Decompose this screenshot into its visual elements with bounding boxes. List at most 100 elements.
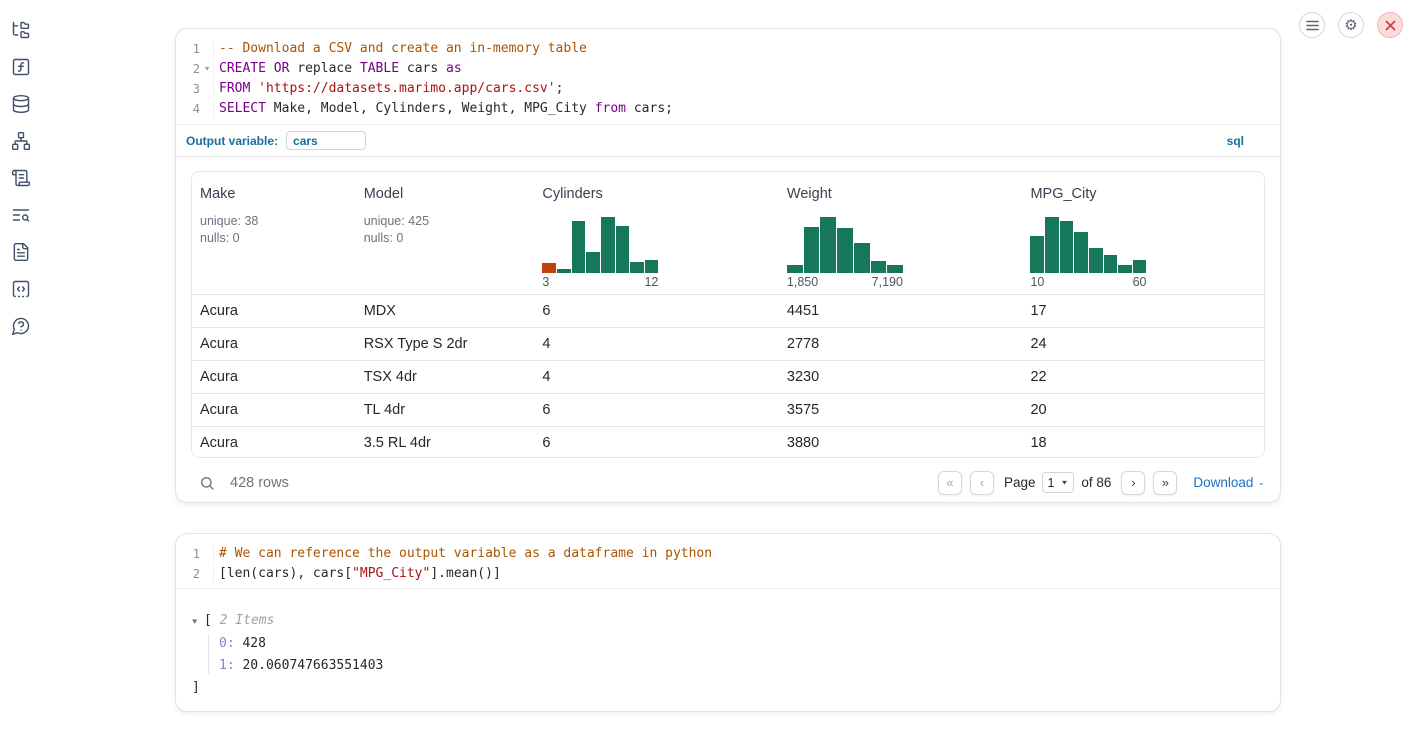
help-icon[interactable]	[11, 316, 31, 336]
column-header-make[interactable]: Makeunique: 38nulls: 0	[192, 172, 356, 294]
code-line[interactable]: 1-- Download a CSV and create an in-memo…	[176, 39, 1280, 59]
table-cell: 4451	[779, 303, 1023, 319]
column-header-cylinders[interactable]: Cylinders 3 12	[534, 172, 779, 294]
histogram-bar	[586, 252, 600, 273]
column-title: Cylinders	[542, 186, 779, 202]
column-header-model[interactable]: Model unique: 425nulls: 0	[356, 172, 535, 294]
histogram-bar	[1030, 236, 1044, 273]
table-row[interactable]: AcuraTSX 4dr4323022	[192, 360, 1264, 393]
tree-output: ▼[ 2 Items 0: 4281: 20.060747663551403 ]	[192, 610, 383, 699]
column-title: Model	[364, 186, 535, 202]
histogram-max-label: 12	[644, 275, 658, 289]
next-page-button[interactable]: ›	[1121, 471, 1145, 495]
snippets-icon[interactable]	[11, 279, 31, 299]
menu-button[interactable]	[1299, 12, 1325, 38]
code-line[interactable]: 2[len(cars), cars["MPG_City"].mean()]	[176, 564, 1280, 584]
code-text: SELECT Make, Model, Cylinders, Weight, M…	[214, 99, 673, 119]
tree-root-row: ▼[ 2 Items	[192, 610, 383, 633]
column-stats: unique: 425nulls: 0	[364, 213, 535, 247]
output-variable-input[interactable]	[286, 131, 366, 150]
code-line[interactable]: 3FROM 'https://datasets.marimo.app/cars.…	[176, 79, 1280, 99]
table-cell: 6	[534, 435, 779, 451]
datasources-icon[interactable]	[11, 94, 31, 114]
fold-gutter	[201, 81, 214, 97]
table-row[interactable]: AcuraMDX6445117	[192, 294, 1264, 327]
histogram-min-label: 3	[542, 275, 549, 289]
histogram-bar	[1060, 221, 1074, 273]
documentation-icon[interactable]	[11, 242, 31, 262]
fold-gutter	[201, 546, 214, 562]
table-cell: Acura	[192, 369, 356, 385]
table-cell: 17	[1022, 303, 1264, 319]
table-cell: 2778	[779, 336, 1023, 352]
line-number: 2	[176, 564, 200, 584]
search-icon[interactable]	[199, 475, 215, 491]
column-header-mpg_city[interactable]: MPG_City1060	[1022, 172, 1264, 294]
histogram-bar	[630, 262, 644, 273]
code-line[interactable]: 2▼CREATE OR replace TABLE cars as	[176, 59, 1280, 79]
tree-entry-key: 0:	[219, 636, 235, 651]
menu-icon	[1306, 20, 1319, 31]
python-code-editor[interactable]: 1# We can reference the output variable …	[176, 534, 1280, 589]
language-badge[interactable]: sql	[1227, 134, 1270, 148]
histogram-bar	[787, 265, 803, 273]
histogram-bar	[1089, 248, 1103, 273]
column-title: Weight	[787, 186, 1023, 202]
sidebar	[0, 20, 42, 336]
tree-entry-value: 428	[235, 636, 266, 651]
table-cell: 3.5 RL 4dr	[356, 435, 535, 451]
histogram-bar	[1045, 217, 1059, 273]
gear-icon: ⚙	[1344, 18, 1357, 33]
table-body: AcuraMDX6445117AcuraRSX Type S 2dr427782…	[192, 294, 1264, 458]
fold-caret-icon[interactable]: ▼	[201, 61, 214, 77]
code-text: -- Download a CSV and create an in-memor…	[214, 39, 587, 59]
settings-button[interactable]: ⚙	[1338, 12, 1364, 38]
sql-code-editor[interactable]: 1-- Download a CSV and create an in-memo…	[176, 29, 1280, 125]
logs-icon[interactable]	[11, 205, 31, 225]
pagination: « ‹ Page 1 ▼ of 86 › » Download ⌄	[938, 471, 1265, 495]
scratchpad-icon[interactable]	[11, 168, 31, 188]
table-row[interactable]: AcuraRSX Type S 2dr4277824	[192, 327, 1264, 360]
table-cell: 3230	[779, 369, 1023, 385]
code-text: CREATE OR replace TABLE cars as	[214, 59, 462, 79]
table-cell: 6	[534, 402, 779, 418]
code-line[interactable]: 1# We can reference the output variable …	[176, 544, 1280, 564]
result-table: Makeunique: 38nulls: 0 Model unique: 425nu…	[191, 171, 1265, 458]
page-label: Page	[1004, 475, 1036, 490]
code-line[interactable]: 4SELECT Make, Model, Cylinders, Weight, …	[176, 99, 1280, 119]
file-explorer-icon[interactable]	[11, 20, 31, 40]
tree-entry-value: 20.060747663551403	[235, 658, 384, 673]
python-cell: 1# We can reference the output variable …	[175, 533, 1281, 712]
chevron-down-icon: ⌄	[1257, 477, 1265, 488]
histogram-bar	[837, 228, 853, 273]
column-header-weight[interactable]: Weight1,8507,190	[779, 172, 1023, 294]
chevron-down-icon: ▼	[1060, 479, 1068, 486]
dependency-graph-icon[interactable]	[11, 131, 31, 151]
line-number: 1	[176, 544, 200, 564]
column-histogram: 3 12	[542, 217, 658, 289]
table-row[interactable]: AcuraTL 4dr6357520	[192, 393, 1264, 426]
code-text: FROM 'https://datasets.marimo.app/cars.c…	[214, 79, 563, 99]
table-cell: MDX	[356, 303, 535, 319]
close-bracket: ]	[192, 677, 383, 699]
histogram-bar	[1118, 265, 1132, 273]
histogram-bar	[820, 217, 836, 273]
histogram-bar	[804, 227, 820, 273]
prev-page-button[interactable]: ‹	[970, 471, 994, 495]
histogram-bar	[572, 221, 586, 273]
download-button[interactable]: Download ⌄	[1193, 475, 1265, 490]
shutdown-button[interactable]	[1377, 12, 1403, 38]
tree-entry-key: 1:	[219, 658, 235, 673]
page-total: of 86	[1081, 475, 1111, 490]
table-cell: TL 4dr	[356, 402, 535, 418]
functions-icon[interactable]	[11, 57, 31, 77]
first-page-button[interactable]: «	[938, 471, 962, 495]
histogram-bar	[542, 263, 556, 273]
table-cell: Acura	[192, 303, 356, 319]
page-select[interactable]: 1 ▼	[1042, 472, 1075, 493]
histogram-bar	[1074, 232, 1088, 273]
collapse-caret-icon[interactable]: ▼	[192, 613, 204, 631]
histogram-bar	[887, 265, 903, 273]
last-page-button[interactable]: »	[1153, 471, 1177, 495]
table-row[interactable]: Acura3.5 RL 4dr6388018	[192, 426, 1264, 458]
